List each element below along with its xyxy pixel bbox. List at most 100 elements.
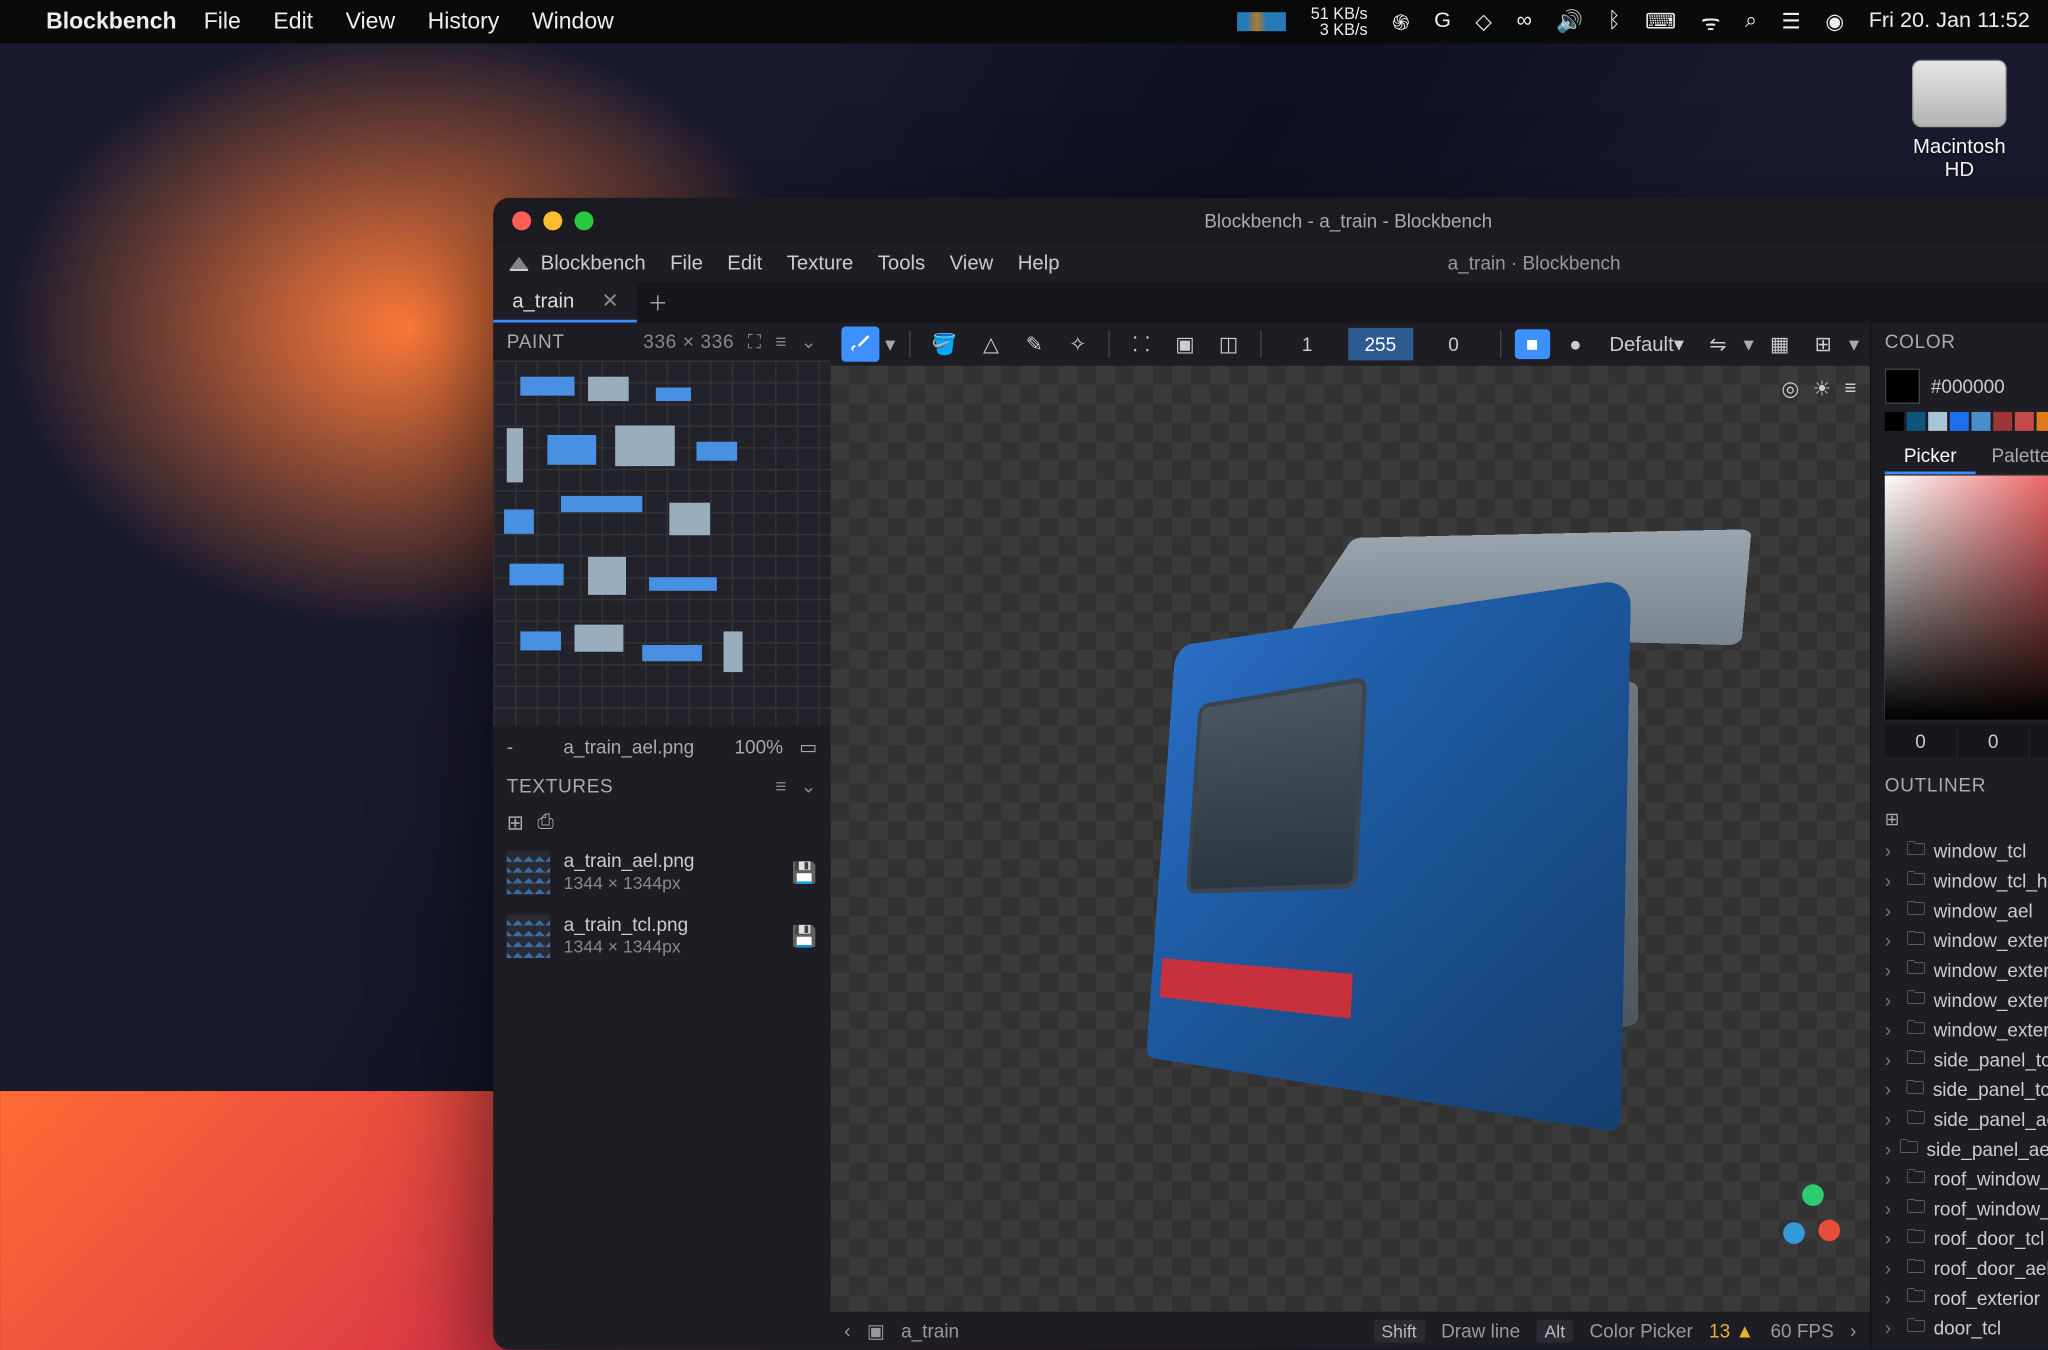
- keyboard-icon[interactable]: ⌨: [1645, 8, 1676, 35]
- color-saturation-value-field[interactable]: [1885, 476, 2048, 720]
- palette-chip[interactable]: [1993, 412, 2012, 431]
- palette-chip[interactable]: [1950, 412, 1969, 431]
- search-icon[interactable]: ⌕: [1745, 9, 1757, 33]
- outliner-item[interactable]: ›🗀side_panel_tcl👁: [1871, 1045, 2048, 1075]
- chevron-right-icon[interactable]: ›: [1885, 1317, 1899, 1339]
- chevron-right-icon[interactable]: ›: [1850, 1320, 1856, 1342]
- chevron-right-icon[interactable]: ›: [1885, 1168, 1899, 1190]
- texture-item[interactable]: a_train_tcl.png 1344 × 1344px 💾: [493, 904, 831, 968]
- chevron-down-icon[interactable]: ⌄: [801, 330, 818, 353]
- view-cube-icon[interactable]: ◎: [1781, 377, 1799, 401]
- square-brush-shape[interactable]: ■: [1514, 329, 1549, 359]
- color-b-value[interactable]: 0: [2030, 725, 2048, 758]
- add-texture-icon[interactable]: ⊞: [507, 810, 524, 834]
- outliner-item[interactable]: ›🗀door_tcl👁: [1871, 1313, 2048, 1343]
- outliner-add-icon[interactable]: ⊞: [1885, 809, 1900, 831]
- macos-menu-view[interactable]: View: [346, 8, 396, 35]
- brush-dropdown-icon[interactable]: ▾: [885, 332, 895, 356]
- 3d-viewport[interactable]: ◎ ☀ ≡: [831, 366, 1870, 1312]
- app-menu-tools[interactable]: Tools: [878, 251, 925, 274]
- swirl-icon[interactable]: ֍: [1392, 7, 1410, 37]
- blend-mode-dropdown[interactable]: Default ▾: [1601, 327, 1692, 362]
- palette-chip[interactable]: [2015, 412, 2034, 431]
- volume-icon[interactable]: 🔊: [1556, 8, 1583, 35]
- palette-chip[interactable]: [2037, 412, 2048, 431]
- outliner-item[interactable]: ›🗀roof_window_tcl👁: [1871, 1164, 2048, 1194]
- app-menu-file[interactable]: File: [670, 251, 703, 274]
- uv-options-icon[interactable]: ≡: [775, 331, 787, 353]
- macos-menu-history[interactable]: History: [428, 8, 500, 35]
- chevron-right-icon[interactable]: ›: [1885, 1257, 1899, 1279]
- save-texture-icon[interactable]: 💾: [792, 924, 817, 948]
- chevron-down-icon[interactable]: ⌄: [801, 774, 818, 797]
- texture-item[interactable]: a_train_ael.png 1344 × 1344px 💾: [493, 840, 831, 904]
- outliner-item[interactable]: ›🗀side_panel_tcl_translucent👁: [1871, 1075, 2048, 1105]
- circle-brush-shape[interactable]: ●: [1558, 327, 1593, 362]
- infinity-icon[interactable]: ∞: [1516, 9, 1531, 33]
- palette-chip[interactable]: [1928, 412, 1947, 431]
- macintosh-hd-desktop-icon[interactable]: Macintosh HD: [1897, 60, 2022, 182]
- diamond-icon[interactable]: ◇: [1475, 8, 1492, 35]
- fill-tool-button[interactable]: 🪣: [924, 327, 966, 362]
- chevron-right-icon[interactable]: ›: [1885, 1198, 1899, 1220]
- outliner-item[interactable]: ›🗀window_ael👁: [1871, 896, 2048, 926]
- menubar-graph-icon[interactable]: [1238, 12, 1287, 31]
- new-tab-button[interactable]: ＋: [637, 282, 678, 323]
- picker-tab[interactable]: Picker: [1885, 439, 1976, 474]
- palette-chip[interactable]: [1972, 412, 1991, 431]
- mirror-dropdown[interactable]: ▾: [1744, 332, 1754, 356]
- outliner-item[interactable]: ›🗀side_panel_ael👁: [1871, 1104, 2048, 1134]
- palette-chip[interactable]: [1885, 412, 1904, 431]
- macos-menu-file[interactable]: File: [204, 8, 241, 35]
- chevron-right-icon[interactable]: ›: [1885, 1019, 1899, 1041]
- outliner-item[interactable]: ›🗀roof_door_tcl👁: [1871, 1224, 2048, 1254]
- outliner-item[interactable]: ›🗀roof_door_ael👁: [1871, 1253, 2048, 1283]
- google-g-icon[interactable]: G: [1434, 9, 1451, 33]
- crop-icon[interactable]: ◫: [1211, 327, 1246, 362]
- outliner-item[interactable]: ›🗀window_tcl_handrails👁: [1871, 866, 2048, 896]
- chevron-right-icon[interactable]: ›: [1885, 840, 1899, 862]
- chevron-right-icon[interactable]: ›: [1885, 930, 1899, 952]
- save-texture-icon[interactable]: 💾: [792, 860, 817, 884]
- app-menu-texture[interactable]: Texture: [787, 251, 854, 274]
- uv-editor[interactable]: [493, 360, 831, 726]
- grid-icon[interactable]: ⊞: [1805, 327, 1840, 362]
- chevron-right-icon[interactable]: ›: [1885, 1228, 1899, 1250]
- overlay-toggle-icon[interactable]: ▭: [799, 735, 817, 758]
- chevron-right-icon[interactable]: ›: [1885, 989, 1899, 1011]
- outliner-item[interactable]: ›🗀window_tcl👁: [1871, 836, 2048, 866]
- chevron-right-icon[interactable]: ›: [1885, 900, 1899, 922]
- copy-icon[interactable]: ▣: [1167, 327, 1202, 362]
- grid-dropdown[interactable]: ▾: [1849, 332, 1859, 356]
- color-r-value[interactable]: 0: [1885, 725, 1958, 758]
- minimize-window-button[interactable]: [543, 211, 562, 230]
- chevron-right-icon[interactable]: ›: [1885, 1079, 1898, 1101]
- brush-opacity-input[interactable]: [1348, 328, 1413, 361]
- import-texture-icon[interactable]: ⎙: [537, 810, 553, 834]
- maximize-window-button[interactable]: [575, 211, 594, 230]
- user-icon[interactable]: ◉: [1825, 8, 1844, 35]
- macos-menu-window[interactable]: Window: [532, 8, 614, 35]
- outliner-item[interactable]: ›🗀side_panel_ael_translucent👁: [1871, 1134, 2048, 1164]
- close-window-button[interactable]: [512, 211, 531, 230]
- outliner-item[interactable]: ›🗀window_exterior_tcl👁: [1871, 925, 2048, 955]
- chevron-right-icon[interactable]: ›: [1885, 1049, 1899, 1071]
- shape-tool-button[interactable]: ✧: [1060, 327, 1095, 362]
- wifi-icon[interactable]: ᯤ: [1701, 7, 1721, 37]
- color-g-value[interactable]: 0: [1958, 725, 2031, 758]
- palette-chip[interactable]: [1906, 412, 1925, 431]
- eyedropper-tool-button[interactable]: ✎: [1017, 327, 1052, 362]
- palette-tab[interactable]: Palette: [1976, 439, 2048, 474]
- viewport-menu-icon[interactable]: ≡: [1844, 377, 1856, 401]
- outliner-item[interactable]: ›🗀window_exterior_end_ael👁: [1871, 1015, 2048, 1045]
- brush-tool-button[interactable]: [842, 327, 880, 362]
- options-icon[interactable]: ≡: [775, 775, 787, 797]
- eraser-tool-button[interactable]: △: [973, 327, 1008, 362]
- chevron-right-icon[interactable]: ›: [1885, 1138, 1891, 1160]
- outliner-item[interactable]: ›🗀roof_window_ael👁: [1871, 1194, 2048, 1224]
- brush-size-input[interactable]: [1275, 328, 1340, 361]
- brush-softness-input[interactable]: [1421, 328, 1486, 361]
- sun-icon[interactable]: ☀: [1813, 377, 1831, 401]
- control-center-icon[interactable]: ☰: [1782, 8, 1801, 35]
- macos-menu-edit[interactable]: Edit: [273, 8, 313, 35]
